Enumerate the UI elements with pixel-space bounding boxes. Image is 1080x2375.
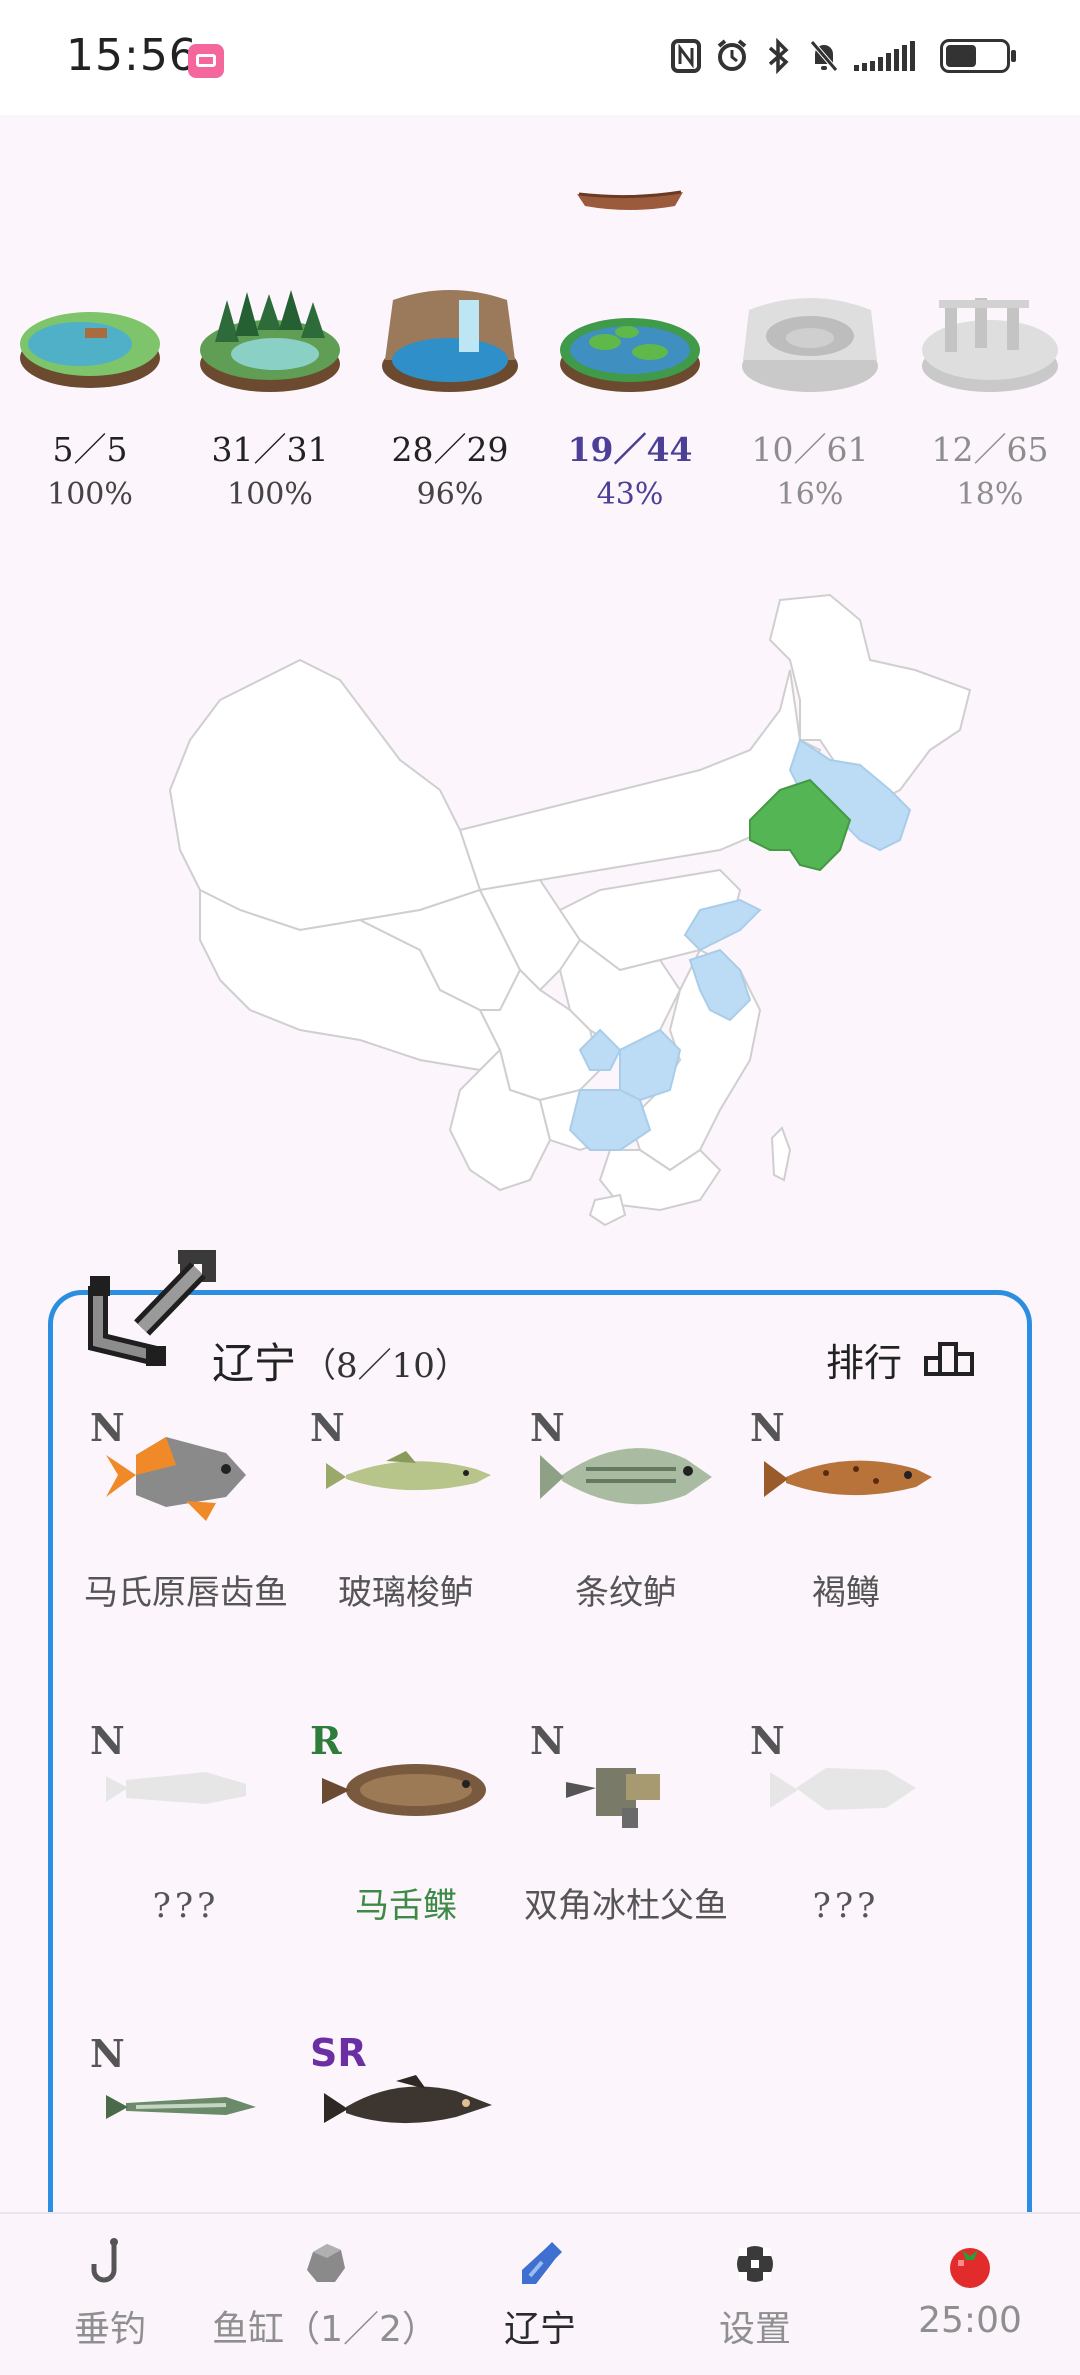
- fish-image: [540, 1448, 712, 1505]
- fish-image: [324, 2075, 492, 2124]
- area-progress: 12／65: [931, 430, 1049, 469]
- battery-icon: [940, 39, 1016, 73]
- nfc-icon: [671, 39, 701, 73]
- podium-icon[interactable]: [924, 1338, 974, 1376]
- nav-province[interactable]: 辽宁: [470, 2214, 610, 2375]
- anchor-icon: [88, 1250, 216, 1366]
- bilibili-app-icon: [188, 44, 224, 78]
- fish-image: [322, 1764, 486, 1816]
- fish-card[interactable]: R 马舌鲽: [296, 1718, 516, 2018]
- fish-silhouette: [770, 1768, 916, 1810]
- fish-name: 双角冰杜父鱼: [524, 1886, 728, 1926]
- china-map[interactable]: [100, 590, 980, 1240]
- bluetooth-icon: [768, 38, 789, 74]
- area-4[interactable]: 19／44 43%: [550, 280, 710, 520]
- area-percent: 96%: [416, 477, 484, 512]
- fish-card[interactable]: N 马氏原唇齿鱼: [76, 1405, 296, 1705]
- area-2[interactable]: 31／31 100%: [190, 280, 350, 520]
- fish-card[interactable]: N ???: [76, 1718, 296, 2018]
- bottle-icon: [522, 2242, 562, 2284]
- area-3[interactable]: 28／29 96%: [370, 280, 530, 520]
- fish-name: ???: [152, 1886, 220, 1926]
- area-progress: 5／5: [52, 430, 128, 469]
- fish-card[interactable]: N 玻璃梭鲈: [296, 1405, 516, 1705]
- area-6[interactable]: 12／65 18%: [910, 280, 1070, 520]
- fish-name: 马氏原唇齿鱼: [84, 1573, 288, 1613]
- area-percent: 18%: [956, 477, 1024, 512]
- fish-name: ???: [812, 1886, 880, 1926]
- nav-timer[interactable]: 25:00: [890, 2214, 1050, 2375]
- bottom-nav: 垂钓 鱼缸（1／2） 辽宁 设置 25:00: [0, 2212, 1080, 2375]
- nav-label: 鱼缸（1／2）: [212, 2309, 438, 2350]
- area-percent: 43%: [596, 477, 664, 512]
- fish-image: [106, 1437, 246, 1521]
- nav-fishing[interactable]: 垂钓: [40, 2214, 180, 2375]
- nav-label: 设置: [718, 2309, 791, 2350]
- area-percent: 100%: [47, 477, 133, 512]
- alarm-icon: [717, 39, 747, 71]
- signal-icon: [854, 41, 920, 71]
- fish-card[interactable]: N 条纹鲈: [516, 1405, 736, 1705]
- area-selector: 5／5 100% 31／31 100% 28／29 96% 19／44 43% …: [0, 280, 1080, 520]
- area-progress: 28／29: [391, 430, 509, 469]
- wetland-icon: [560, 318, 700, 392]
- area-progress: 10／61: [751, 430, 869, 469]
- rank-label[interactable]: 排行: [826, 1332, 902, 1387]
- boat-icon[interactable]: [577, 188, 683, 214]
- status-time: 15:56: [66, 30, 198, 81]
- waterfall-icon: [382, 290, 518, 392]
- fish-name: 褐鳟: [812, 1573, 880, 1613]
- area-progress: 31／31: [211, 430, 329, 469]
- locked-crater-icon: [742, 298, 878, 392]
- timer-label: 25:00: [918, 2300, 1022, 2341]
- status-icons: [670, 38, 1016, 74]
- area-percent: 16%: [776, 477, 844, 512]
- fish-image: [764, 1460, 932, 1497]
- area-progress: 19／44: [567, 430, 693, 469]
- hook-icon: [91, 2238, 118, 2283]
- area-5[interactable]: 10／61 16%: [730, 280, 890, 520]
- nav-label: 辽宁: [503, 2309, 576, 2350]
- nav-label: 垂钓: [73, 2309, 146, 2350]
- mute-icon: [810, 40, 838, 72]
- gear-icon: [737, 2246, 773, 2282]
- tomato-icon: [950, 2248, 990, 2288]
- fish-card[interactable]: N 双角冰杜父鱼: [516, 1718, 736, 2018]
- fish-silhouette: [106, 1772, 246, 1804]
- pond-island-icon: [20, 312, 160, 388]
- fish-image: [106, 2095, 256, 2119]
- nav-settings[interactable]: 设置: [685, 2214, 825, 2375]
- fish-name: 玻璃梭鲈: [338, 1573, 474, 1613]
- stone-icon: [307, 2244, 345, 2282]
- area-percent: 100%: [227, 477, 313, 512]
- area-1[interactable]: 5／5 100%: [10, 280, 170, 520]
- province-count: （8／10）: [302, 1346, 469, 1386]
- fish-image: [326, 1451, 491, 1491]
- nav-tank[interactable]: 鱼缸（1／2）: [210, 2214, 440, 2375]
- locked-ruins-icon: [922, 298, 1058, 392]
- fish-image: [566, 1768, 660, 1828]
- fish-card[interactable]: N 褐鳟: [736, 1405, 956, 1705]
- fish-name: 马舌鲽: [355, 1886, 457, 1926]
- forest-lake-icon: [200, 290, 340, 392]
- fish-name: 条纹鲈: [575, 1573, 677, 1613]
- province-title: 辽宁: [212, 1339, 297, 1388]
- fish-card[interactable]: N ???: [736, 1718, 956, 2018]
- status-bar: 15:56: [0, 0, 1080, 115]
